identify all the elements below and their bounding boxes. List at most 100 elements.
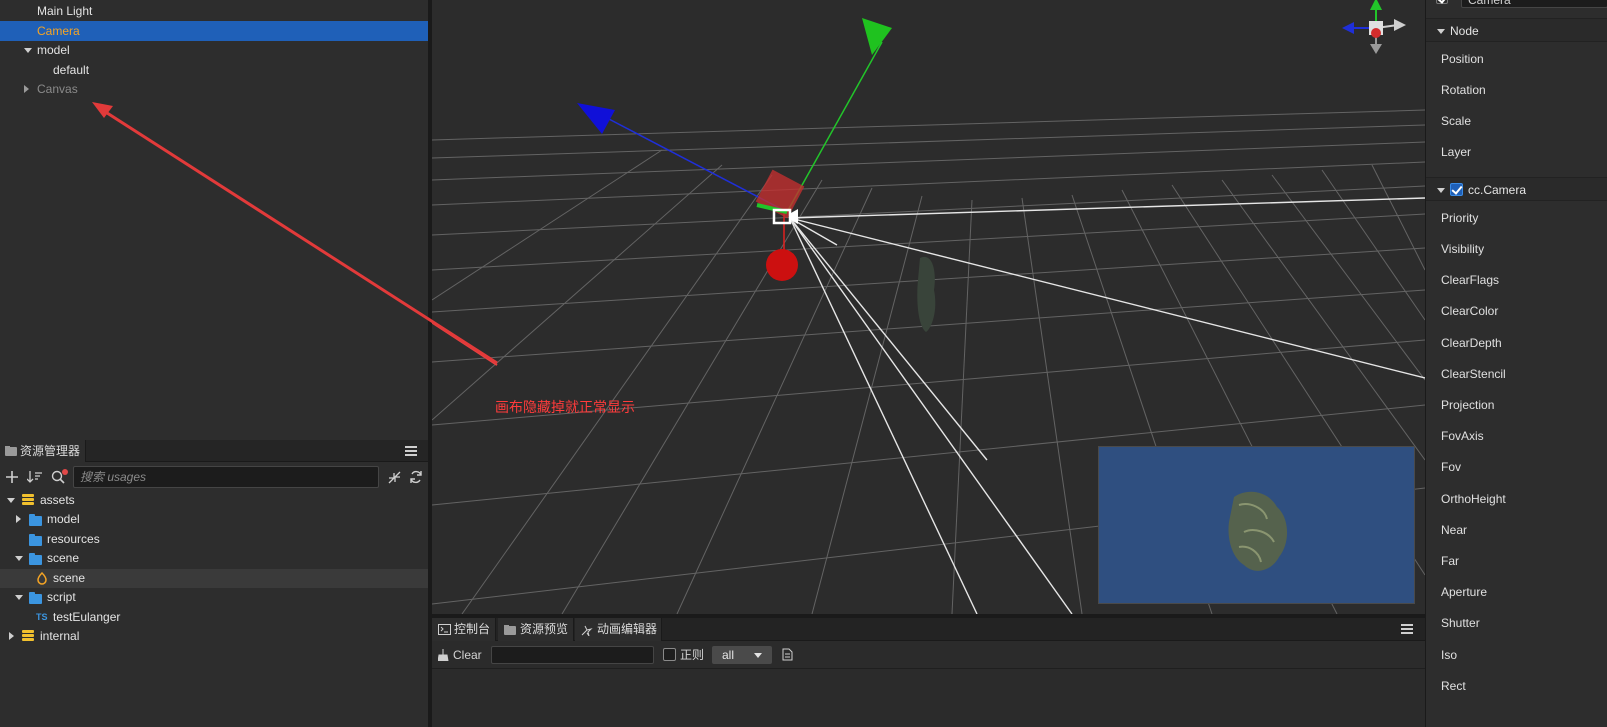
prop-fovaxis: FovAxis [1441, 429, 1484, 443]
asset-item-model[interactable]: model [0, 510, 428, 529]
prop-clearstencil: ClearStencil [1441, 367, 1506, 381]
prop-near: Near [1441, 523, 1468, 537]
asset-item-script[interactable]: script [0, 588, 428, 607]
expand-arrow-icon[interactable] [7, 498, 15, 503]
expand-arrow-icon[interactable] [24, 48, 32, 53]
hierarchy-item-canvas[interactable]: Canvas [0, 79, 428, 99]
prop-orthoheight: OrthoHeight [1441, 492, 1506, 506]
hierarchy-item-default[interactable]: default [0, 60, 428, 80]
expand-arrow-icon[interactable] [1437, 29, 1445, 34]
add-icon[interactable] [6, 471, 18, 483]
assets-menu-icon[interactable] [405, 446, 417, 456]
section-node[interactable]: Node [1426, 18, 1607, 42]
typescript-icon: TS [36, 612, 48, 622]
refresh-icon[interactable] [409, 470, 423, 484]
collapse-arrow-icon[interactable] [9, 632, 14, 640]
prop-layer: Layer [1441, 145, 1472, 159]
clear-label: Clear [453, 648, 482, 662]
asset-item-label: model [47, 512, 80, 526]
prop-shutter: Shutter [1441, 616, 1480, 630]
scene-file-icon [37, 572, 47, 585]
component-enabled-checkbox[interactable] [1450, 183, 1463, 196]
hierarchy-item-label: default [53, 63, 90, 77]
hierarchy-item-label: Camera [37, 24, 80, 38]
asset-item-label: script [47, 590, 76, 604]
console-tabbar: 控制台 资源预览 动画编辑器 [432, 618, 1425, 641]
node-active-checkbox[interactable] [1436, 0, 1448, 4]
node-name-field[interactable]: Camera [1461, 0, 1607, 8]
prop-clearcolor: ClearColor [1441, 304, 1499, 318]
assets-search-input[interactable]: 搜索 usages [73, 466, 379, 488]
prop-visibility: Visibility [1441, 242, 1485, 256]
folder-icon [5, 446, 17, 456]
chevron-down-icon [754, 653, 762, 658]
hierarchy-item-label: model [37, 43, 70, 57]
camera-preview [1098, 446, 1415, 604]
prop-position: Position [1441, 52, 1484, 66]
asset-item-assets[interactable]: assets [0, 491, 428, 510]
animation-icon [581, 625, 593, 636]
asset-item-label: testEulanger [53, 610, 121, 624]
folder-icon [29, 592, 42, 604]
database-icon [22, 494, 34, 507]
asset-item-scene-folder[interactable]: scene [0, 549, 428, 568]
log-level-value: all [722, 648, 735, 662]
hierarchy-item-model[interactable]: model [0, 40, 428, 60]
expand-arrow-icon[interactable] [15, 556, 23, 561]
hierarchy-panel: Main Light Camera model default Canvas [0, 0, 428, 440]
tab-console[interactable]: 控制台 [432, 618, 496, 641]
prop-cleardepth: ClearDepth [1441, 336, 1502, 350]
broom-icon [438, 649, 449, 661]
section-title: cc.Camera [1468, 183, 1527, 197]
annotation-text: 画布隐藏掉就正常显示 [495, 399, 635, 415]
section-cc-camera[interactable]: cc.Camera [1426, 177, 1607, 201]
console-menu-icon[interactable] [1401, 624, 1413, 634]
scene-viewport[interactable]: 画布隐藏掉就正常显示 [432, 0, 1425, 614]
clear-button[interactable]: Clear [438, 646, 482, 664]
prop-far: Far [1441, 554, 1459, 568]
tab-asset-preview[interactable]: 资源预览 [498, 618, 574, 641]
folder-icon [504, 625, 516, 635]
tab-animation-editor[interactable]: 动画编辑器 [575, 618, 662, 641]
folder-icon [29, 553, 42, 565]
asset-item-internal[interactable]: internal [0, 627, 428, 646]
database-icon [22, 630, 34, 643]
hierarchy-item-camera[interactable]: Camera [0, 21, 428, 41]
assets-panel: 资源管理器 搜索 usages assets model resources s… [0, 440, 428, 727]
assets-toolbar: 搜索 usages [0, 462, 428, 492]
hierarchy-item-label: Main Light [37, 4, 93, 18]
assets-tab-label: 资源管理器 [20, 444, 81, 458]
tab-label: 动画编辑器 [597, 622, 658, 636]
console-toolbar: Clear 正则 all [432, 641, 1425, 669]
expand-arrow-icon[interactable] [1437, 188, 1445, 193]
prop-clearflags: ClearFlags [1441, 273, 1500, 287]
folder-icon [29, 534, 42, 546]
regex-checkbox[interactable] [663, 648, 676, 661]
collapse-arrow-icon[interactable] [24, 85, 29, 93]
orientation-gizmo [1342, 0, 1406, 54]
search-filter-icon[interactable] [51, 469, 69, 485]
collapse-arrow-icon[interactable] [16, 515, 21, 523]
collapse-all-icon[interactable] [388, 471, 401, 484]
tab-label: 控制台 [454, 622, 491, 636]
file-icon[interactable] [782, 648, 793, 661]
folder-icon [29, 514, 42, 526]
log-level-select[interactable]: all [712, 646, 772, 664]
hierarchy-item-label: Canvas [37, 82, 78, 96]
asset-item-label: resources [47, 532, 100, 546]
sort-icon[interactable] [27, 470, 43, 484]
prop-projection: Projection [1441, 398, 1495, 412]
tab-assets[interactable]: 资源管理器 [0, 440, 86, 462]
asset-item-testeulanger[interactable]: TS testEulanger [0, 608, 428, 627]
asset-item-label: scene [53, 571, 86, 585]
asset-item-scene-file[interactable]: scene [0, 569, 428, 588]
hierarchy-item-main-light[interactable]: Main Light [0, 1, 428, 21]
asset-item-label: internal [40, 629, 80, 643]
console-filter-input[interactable] [491, 646, 654, 664]
asset-item-resources[interactable]: resources [0, 530, 428, 549]
asset-item-label: assets [40, 493, 75, 507]
prop-scale: Scale [1441, 114, 1472, 128]
expand-arrow-icon[interactable] [15, 595, 23, 600]
inspector-panel: Camera Node Position Rotation Scale Laye… [1425, 0, 1607, 727]
model-preview-image [1228, 491, 1288, 571]
